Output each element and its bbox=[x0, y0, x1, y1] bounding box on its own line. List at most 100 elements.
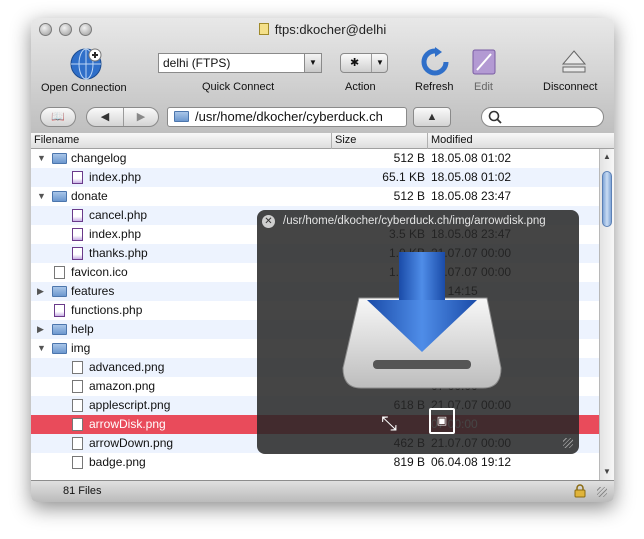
scroll-up-arrow[interactable]: ▲ bbox=[603, 152, 611, 161]
browser-window: ftps:dkocher@delhi Open Connection delhi… bbox=[31, 18, 614, 502]
file-modified: 06.04.08 19:12 bbox=[431, 455, 512, 469]
folder-icon bbox=[52, 286, 67, 297]
disconnect-button[interactable]: Disconnect bbox=[539, 46, 611, 96]
chevron-down-icon: ▼ bbox=[371, 54, 384, 72]
file-icon bbox=[72, 380, 83, 393]
disclosure-triangle-expanded-icon[interactable]: ▼ bbox=[37, 187, 47, 206]
lock-icon bbox=[574, 484, 586, 498]
refresh-button[interactable]: Refresh bbox=[413, 46, 457, 96]
quick-connect-value: delhi (FTPS) bbox=[163, 56, 231, 70]
search-icon bbox=[488, 110, 502, 124]
toolbar-area: ftps:dkocher@delhi Open Connection delhi… bbox=[31, 18, 614, 149]
scroll-down-arrow[interactable]: ▼ bbox=[603, 467, 611, 476]
vertical-scrollbar[interactable]: ▲ ▼ bbox=[599, 149, 614, 480]
parent-directory-button[interactable]: ▲ bbox=[413, 107, 451, 127]
file-row[interactable]: ▼ donate 512 B 18.05.08 23:47 bbox=[31, 187, 599, 206]
gear-icon: ✱ bbox=[350, 57, 360, 69]
folder-icon bbox=[174, 111, 189, 122]
file-name: arrowDisk.png bbox=[89, 417, 166, 431]
file-name: donate bbox=[71, 189, 108, 203]
back-button[interactable]: ◀ bbox=[87, 108, 124, 126]
folder-icon bbox=[52, 153, 67, 164]
file-row[interactable]: index.php 65.1 KB 18.05.08 01:02 bbox=[31, 168, 599, 187]
action-menu-button[interactable]: ✱ ▼ bbox=[340, 53, 388, 73]
forward-button[interactable]: ▶ bbox=[123, 108, 159, 126]
edit-icon bbox=[472, 49, 496, 75]
file-icon bbox=[72, 361, 83, 374]
file-name: advanced.png bbox=[89, 360, 165, 374]
file-name: help bbox=[71, 322, 94, 336]
window-title: ftps:dkocher@delhi bbox=[31, 22, 614, 37]
file-size: 512 B bbox=[393, 151, 425, 165]
file-row[interactable]: badge.png 819 B 06.04.08 19:12 bbox=[31, 453, 599, 472]
disclosure-triangle-collapsed-icon[interactable]: ▶ bbox=[37, 320, 47, 339]
file-size: 512 B bbox=[393, 189, 425, 203]
file-name: favicon.ico bbox=[71, 265, 128, 279]
quick-connect-dropdown-arrow[interactable]: ▼ bbox=[304, 54, 321, 72]
quicklook-path: /usr/home/dkocher/cyberduck.ch/img/arrow… bbox=[283, 215, 546, 227]
folder-icon bbox=[52, 191, 67, 202]
file-size: 65.1 KB bbox=[382, 170, 425, 184]
scrollbar-thumb[interactable] bbox=[602, 171, 612, 227]
up-arrow-icon: ▲ bbox=[426, 111, 438, 123]
file-count-text: 81 Files bbox=[63, 485, 102, 497]
fullscreen-icon[interactable]: ⤡ bbox=[381, 413, 397, 436]
add-to-iphoto-icon[interactable]: ▣ bbox=[429, 408, 455, 434]
file-name: thanks.php bbox=[89, 246, 148, 260]
file-size: 819 B bbox=[393, 455, 425, 469]
path-popup[interactable]: /usr/home/dkocher/cyberduck.ch bbox=[167, 107, 407, 127]
disconnect-label: Disconnect bbox=[543, 81, 598, 93]
edit-button[interactable]: Edit bbox=[467, 46, 501, 96]
file-modified: 18.05.08 23:47 bbox=[431, 189, 512, 203]
disclosure-triangle-expanded-icon[interactable]: ▼ bbox=[37, 149, 47, 168]
disclosure-triangle-collapsed-icon[interactable]: ▶ bbox=[37, 282, 47, 301]
open-connection-button[interactable]: Open Connection bbox=[36, 42, 136, 96]
file-name: img bbox=[71, 341, 91, 355]
search-field[interactable] bbox=[481, 107, 604, 127]
column-header-filename[interactable]: Filename bbox=[34, 134, 79, 146]
action-label: Action bbox=[345, 81, 376, 93]
edit-label: Edit bbox=[474, 81, 493, 93]
file-name: cancel.php bbox=[89, 208, 148, 222]
refresh-icon bbox=[421, 47, 449, 76]
quick-connect-label: Quick Connect bbox=[202, 81, 275, 93]
eject-icon bbox=[561, 50, 587, 73]
file-row[interactable]: ▼ changelog 512 B 18.05.08 01:02 bbox=[31, 149, 599, 168]
column-header-bar: Filename Size Modified bbox=[31, 133, 614, 149]
history-nav-control: ◀ ▶ bbox=[86, 107, 159, 127]
bookmarks-toggle-button[interactable]: 📖 bbox=[40, 107, 76, 127]
php-file-icon bbox=[54, 304, 65, 317]
column-header-size[interactable]: Size bbox=[331, 133, 356, 149]
quicklook-panel: ✕ /usr/home/dkocher/cyberduck.ch/img/arr… bbox=[257, 210, 579, 454]
file-name: index.php bbox=[89, 170, 142, 184]
file-icon bbox=[72, 456, 83, 469]
file-name: applescript.png bbox=[89, 398, 171, 412]
file-icon bbox=[72, 437, 83, 450]
panel-resize-grip[interactable] bbox=[563, 438, 573, 448]
folder-icon bbox=[52, 324, 67, 335]
arrow-disk-preview-icon bbox=[342, 252, 502, 389]
column-header-modified[interactable]: Modified bbox=[427, 133, 473, 149]
file-name: changelog bbox=[71, 151, 127, 165]
disclosure-triangle-expanded-icon[interactable]: ▼ bbox=[37, 339, 47, 358]
file-icon bbox=[54, 266, 65, 279]
file-name: badge.png bbox=[89, 455, 146, 469]
file-name: features bbox=[71, 284, 115, 298]
resize-grip-icon[interactable] bbox=[597, 487, 607, 497]
php-file-icon bbox=[72, 228, 83, 241]
folder-icon bbox=[52, 343, 67, 354]
path-text: /usr/home/dkocher/cyberduck.ch bbox=[195, 109, 383, 124]
globe-plus-icon bbox=[70, 48, 102, 80]
refresh-label: Refresh bbox=[415, 81, 454, 93]
status-bar: 81 Files bbox=[31, 480, 614, 502]
file-modified: 18.05.08 01:02 bbox=[431, 170, 512, 184]
file-name: index.php bbox=[89, 227, 142, 241]
book-icon: 📖 bbox=[51, 111, 65, 123]
quick-connect-combobox[interactable]: delhi (FTPS) ▼ bbox=[158, 53, 322, 73]
document-icon bbox=[258, 23, 269, 35]
quicklook-close-button[interactable]: ✕ bbox=[262, 215, 275, 228]
file-modified: 18.05.08 01:02 bbox=[431, 151, 512, 165]
file-name: arrowDown.png bbox=[89, 436, 174, 450]
window-title-text: ftps:dkocher@delhi bbox=[274, 22, 387, 37]
php-file-icon bbox=[72, 171, 83, 184]
